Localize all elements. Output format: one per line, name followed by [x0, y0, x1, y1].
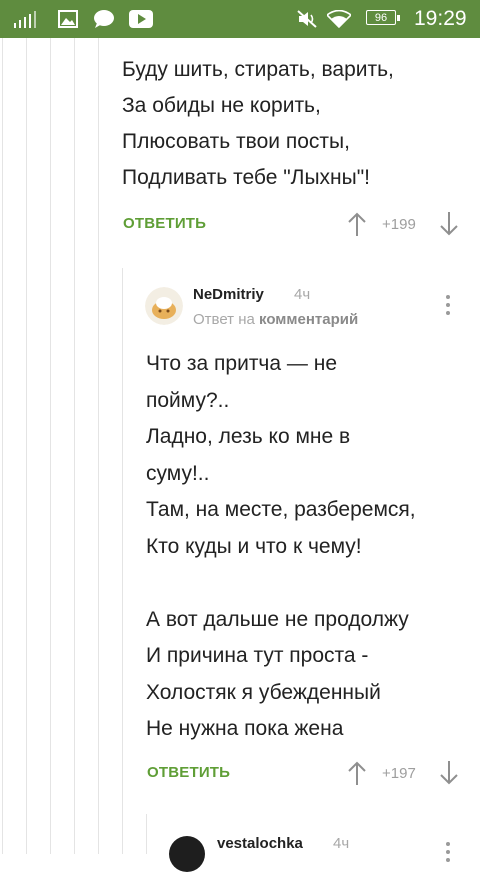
upvote-arrow-icon[interactable]	[347, 211, 367, 242]
chat-bubble-icon	[93, 0, 115, 38]
nested-thread-line	[146, 814, 147, 854]
thread-line	[74, 38, 75, 854]
youtube-icon	[129, 0, 153, 38]
reply-button[interactable]: ОТВЕТИТЬ	[147, 764, 230, 781]
thread-line	[2, 38, 3, 854]
wifi-icon	[327, 0, 351, 38]
comment-line: Плюсовать твои посты,	[122, 130, 350, 153]
comment-line: Буду шить, стирать, варить,	[122, 58, 394, 81]
comment-line: За обиды не корить,	[122, 94, 321, 117]
status-bar: 96 19:29	[0, 0, 480, 38]
avatar[interactable]	[169, 836, 205, 872]
thread-line	[98, 38, 99, 854]
reply-button[interactable]: ОТВЕТИТЬ	[123, 215, 206, 232]
thread-line	[26, 38, 27, 854]
comment-line: Подливать тебе "Лыхны"!	[122, 166, 371, 189]
more-options-icon[interactable]	[444, 295, 452, 315]
reply-thread-line	[122, 268, 123, 854]
battery-icon: 96	[366, 10, 400, 25]
time-ago: 4ч	[333, 835, 350, 852]
downvote-arrow-icon[interactable]	[439, 211, 459, 242]
author-name[interactable]: NeDmitriy	[193, 286, 264, 303]
comment-rating: +199	[382, 216, 416, 233]
reply-subline-prefix: Ответ на	[193, 311, 255, 328]
reply-rating: +197	[382, 765, 416, 782]
upvote-arrow-icon[interactable]	[347, 760, 367, 791]
signal-icon	[14, 0, 38, 38]
author-name[interactable]: vestalochka	[217, 835, 303, 852]
avatar[interactable]	[145, 287, 183, 325]
clock: 19:29	[414, 7, 467, 30]
reply-text: Что за притча — не пойму?.. Ладно, лезь …	[146, 352, 416, 740]
mute-icon	[296, 0, 318, 38]
downvote-arrow-icon[interactable]	[439, 760, 459, 791]
image-icon	[58, 0, 78, 38]
reply-subline: Ответ на комментарий	[193, 311, 358, 328]
thread-line	[50, 38, 51, 854]
time-ago: 4ч	[294, 286, 311, 303]
more-options-icon[interactable]	[444, 842, 452, 862]
reply-parent-link[interactable]: комментарий	[259, 311, 358, 328]
